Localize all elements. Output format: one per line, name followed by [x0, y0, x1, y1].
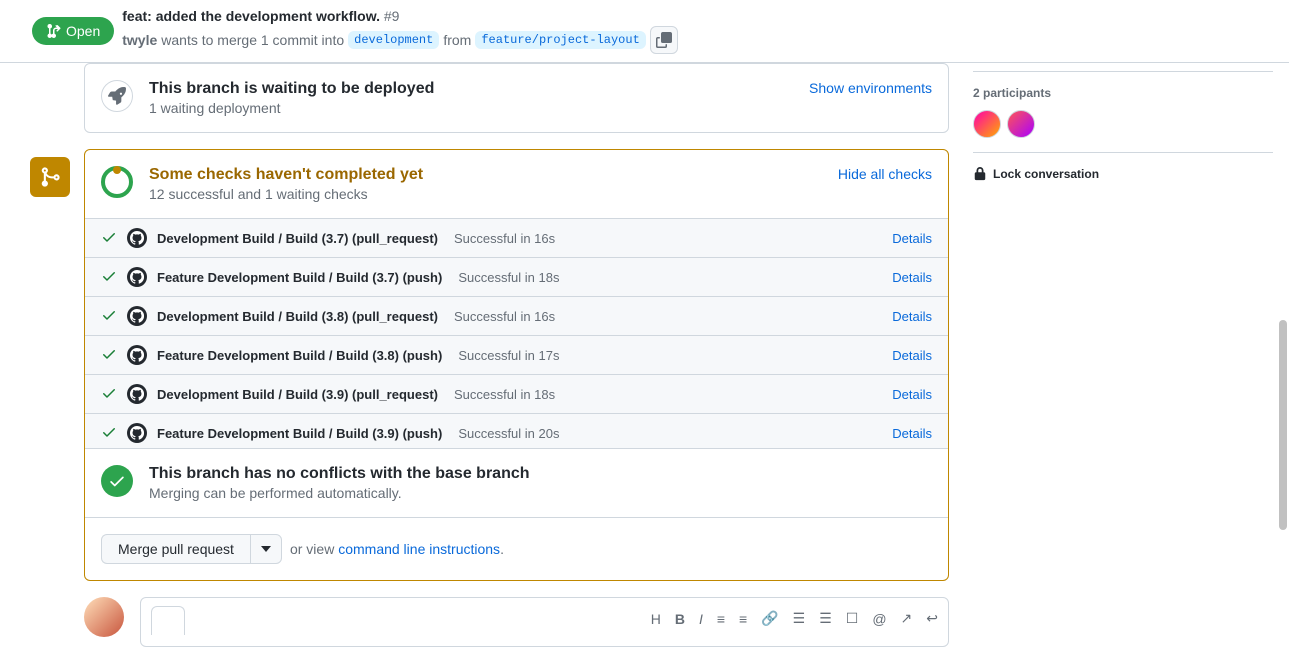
state-badge-open: Open	[32, 17, 114, 45]
pr-sticky-header: Open feat: added the development workflo…	[0, 0, 1289, 63]
deployment-panel: This branch is waiting to be deployed 1 …	[84, 63, 949, 133]
check-result: Successful in 16s	[454, 231, 555, 246]
check-details-link[interactable]: Details	[892, 426, 932, 441]
italic-icon[interactable]: I	[699, 611, 703, 627]
pr-number: #9	[384, 8, 400, 24]
bold-icon[interactable]: B	[675, 611, 685, 627]
check-row: Feature Development Build / Build (3.7) …	[85, 257, 948, 296]
check-details-link[interactable]: Details	[892, 309, 932, 324]
github-actions-icon	[127, 267, 147, 287]
base-branch-label[interactable]: development	[348, 31, 439, 49]
current-user-avatar[interactable]	[84, 597, 124, 637]
github-actions-icon	[127, 384, 147, 404]
lock-icon	[973, 167, 987, 181]
check-details-link[interactable]: Details	[892, 231, 932, 246]
caret-down-icon	[261, 544, 271, 554]
merge-or-text: or view	[290, 541, 334, 557]
check-success-icon	[101, 268, 117, 287]
check-success-icon	[101, 385, 117, 404]
pr-author-link[interactable]: twyle	[122, 32, 157, 48]
copy-branch-button[interactable]	[650, 26, 678, 54]
list-unordered-icon[interactable]: ☰	[819, 610, 832, 627]
check-name: Development Build / Build (3.8) (pull_re…	[157, 309, 438, 324]
check-name: Feature Development Build / Build (3.8) …	[157, 348, 442, 363]
check-result: Successful in 17s	[458, 348, 559, 363]
pr-title: feat: added the development workflow.	[122, 8, 380, 24]
check-result: Successful in 18s	[454, 387, 555, 402]
merge-timeline-badge	[30, 157, 70, 197]
checks-subtitle: 12 successful and 1 waiting checks	[149, 186, 822, 202]
checks-list[interactable]: Development Build / Build (3.7) (pull_re…	[85, 218, 948, 448]
deploy-subtitle: 1 waiting deployment	[149, 100, 793, 116]
check-result: Successful in 18s	[458, 270, 559, 285]
page-scrollbar-thumb[interactable]	[1279, 320, 1287, 530]
from-text: from	[443, 32, 471, 48]
conflict-subtitle: Merging can be performed automatically.	[149, 485, 932, 501]
check-result: Successful in 16s	[454, 309, 555, 324]
check-row: Feature Development Build / Build (3.8) …	[85, 335, 948, 374]
sidebar: 2 participants Lock conversation	[973, 63, 1273, 647]
hide-all-checks-link[interactable]: Hide all checks	[838, 166, 932, 182]
conflict-title: This branch has no conflicts with the ba…	[149, 465, 932, 483]
check-details-link[interactable]: Details	[892, 387, 932, 402]
list-ordered-icon[interactable]: ☰	[793, 610, 806, 627]
check-success-icon	[101, 346, 117, 365]
check-success-icon	[101, 424, 117, 443]
copy-icon	[656, 32, 672, 48]
cross-ref-icon[interactable]: ↗	[901, 610, 913, 627]
check-success-icon	[101, 307, 117, 326]
rocket-icon	[101, 80, 133, 112]
code-icon[interactable]: ≡	[739, 611, 747, 627]
head-branch-label[interactable]: feature/project-layout	[475, 31, 645, 49]
lock-conversation-label: Lock conversation	[993, 167, 1099, 181]
merge-pull-request-button[interactable]: Merge pull request	[101, 534, 250, 564]
git-merge-icon	[39, 166, 61, 188]
participant-avatar-1[interactable]	[973, 110, 1001, 138]
check-success-icon	[101, 229, 117, 248]
deploy-title: This branch is waiting to be deployed	[149, 80, 793, 98]
check-name: Development Build / Build (3.9) (pull_re…	[157, 387, 438, 402]
check-row: Development Build / Build (3.7) (pull_re…	[85, 219, 948, 257]
heading-icon[interactable]: H	[651, 611, 661, 627]
git-pull-request-icon	[46, 23, 62, 39]
task-icon[interactable]: ☐	[846, 610, 859, 627]
participants-section: 2 participants	[973, 71, 1273, 152]
github-actions-icon	[127, 423, 147, 443]
check-row: Feature Development Build / Build (3.9) …	[85, 413, 948, 448]
github-actions-icon	[127, 228, 147, 248]
github-actions-icon	[127, 345, 147, 365]
github-actions-icon	[127, 306, 147, 326]
participant-avatar-2[interactable]	[1007, 110, 1035, 138]
write-tab[interactable]	[151, 606, 185, 635]
merge-dropdown-button[interactable]	[250, 534, 282, 564]
check-name: Feature Development Build / Build (3.9) …	[157, 426, 442, 441]
wants-to-merge-text: wants to merge 1 commit into	[161, 32, 344, 48]
lock-section: Lock conversation	[973, 152, 1273, 195]
pr-sub-line: twyle wants to merge 1 commit into devel…	[122, 26, 678, 54]
editor-toolbar: H B I ≡ ≡ 🔗 ☰ ☰ ☐ @ ↗ ↩	[651, 606, 938, 627]
show-environments-link[interactable]: Show environments	[809, 80, 932, 96]
checks-title: Some checks haven't completed yet	[149, 166, 822, 184]
check-name: Feature Development Build / Build (3.7) …	[157, 270, 442, 285]
check-details-link[interactable]: Details	[892, 348, 932, 363]
reply-icon[interactable]: ↩	[926, 610, 938, 627]
check-row: Development Build / Build (3.8) (pull_re…	[85, 296, 948, 335]
state-label: Open	[66, 23, 100, 39]
quote-icon[interactable]: ≡	[717, 611, 725, 627]
link-icon[interactable]: 🔗	[761, 610, 778, 627]
checks-panel: Some checks haven't completed yet 12 suc…	[84, 149, 949, 581]
checks-donut-icon	[101, 166, 133, 198]
pr-title-line: feat: added the development workflow. #9	[122, 8, 678, 24]
check-name: Development Build / Build (3.7) (pull_re…	[157, 231, 438, 246]
mention-icon[interactable]: @	[872, 611, 886, 627]
check-details-link[interactable]: Details	[892, 270, 932, 285]
new-comment-box: H B I ≡ ≡ 🔗 ☰ ☰ ☐ @ ↗ ↩	[84, 597, 949, 647]
lock-conversation-link[interactable]: Lock conversation	[973, 167, 1273, 181]
participants-label: 2 participants	[973, 86, 1273, 100]
check-result: Successful in 20s	[458, 426, 559, 441]
command-line-instructions-link[interactable]: command line instructions	[338, 541, 500, 557]
comment-editor[interactable]: H B I ≡ ≡ 🔗 ☰ ☰ ☐ @ ↗ ↩	[140, 597, 949, 647]
check-row: Development Build / Build (3.9) (pull_re…	[85, 374, 948, 413]
no-conflicts-icon	[101, 465, 133, 497]
